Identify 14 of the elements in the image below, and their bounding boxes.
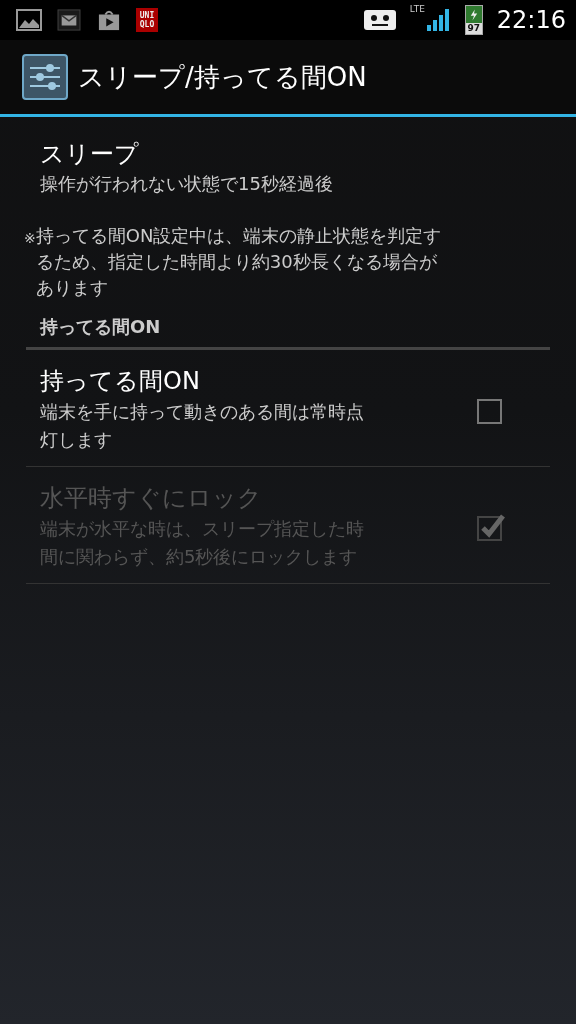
settings-icon [22,54,68,100]
clock: 22:16 [496,6,566,34]
checkbox-setting[interactable]: 持ってる間ON 端末を手に持って動きのある間は常時点 灯します [26,350,550,466]
note-text: ※持ってる間ON設定中は、端末の静止状態を判定す るため、指定した時間より約30秒長くなる場合が あります [24,224,443,300]
battery-icon: 97 [464,5,483,35]
picture-icon [16,9,42,31]
mail-icon [56,9,82,31]
category-header: 持ってる間ON [39,315,162,339]
network-type: LTE [409,4,425,14]
shopping-bag-icon [96,9,122,31]
sleep-setting[interactable]: スリープ 操作が行われない状態で15秒経過後 [26,117,550,203]
logo: UNI QLO [136,8,158,32]
signal-icon [426,9,451,31]
screen-title: スリープ/持ってる間ON [78,60,367,94]
